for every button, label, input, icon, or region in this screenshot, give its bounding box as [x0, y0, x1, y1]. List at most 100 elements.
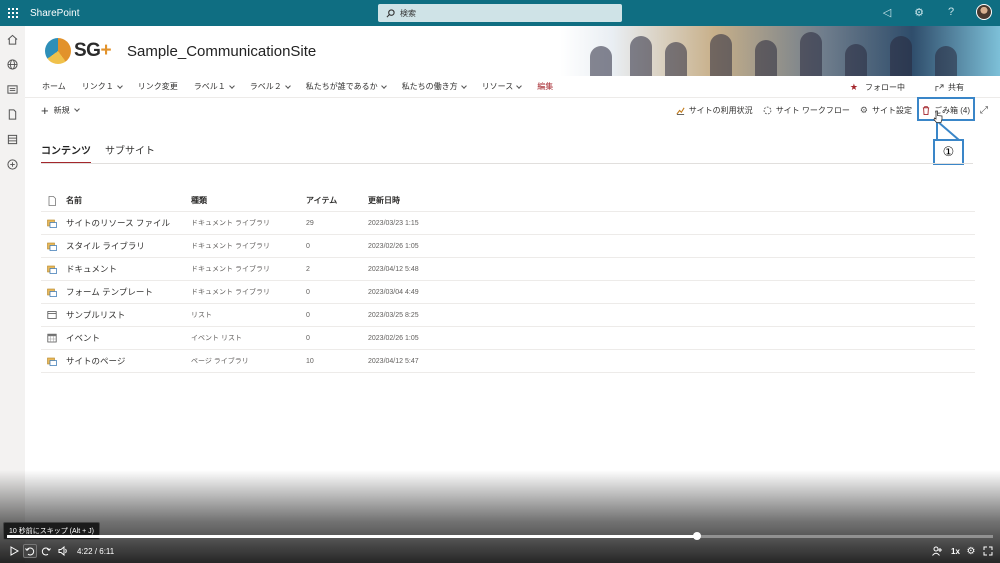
- search-input[interactable]: 検索: [378, 4, 622, 22]
- row-name[interactable]: サイトのページ: [66, 355, 125, 367]
- nav-item-label: ホーム: [42, 82, 66, 91]
- site-workflow-button[interactable]: サイト ワークフロー: [763, 105, 850, 116]
- app-launcher-icon[interactable]: [0, 0, 26, 26]
- add-circle-icon[interactable]: [6, 157, 20, 171]
- row-items: 0: [306, 242, 310, 250]
- lists-icon[interactable]: [6, 132, 20, 146]
- row-modified: 2023/03/25 8:25: [368, 311, 419, 319]
- nav-edit-link[interactable]: 編集: [537, 81, 553, 92]
- row-modified: 2023/04/12 5:48: [368, 265, 419, 273]
- chevron-down-icon: [380, 82, 387, 89]
- table-row[interactable]: スタイル ライブラリ ドキュメント ライブラリ 0 2023/02/26 1:05: [41, 235, 975, 258]
- row-name[interactable]: スタイル ライブラリ: [66, 240, 145, 252]
- site-title[interactable]: Sample_CommunicationSite: [127, 43, 316, 60]
- site-logo[interactable]: SG +: [45, 38, 112, 64]
- site-usage-button[interactable]: サイトの利用状況: [676, 105, 753, 116]
- avatar[interactable]: [976, 4, 992, 20]
- top-navigation: ホーム リンク１ リンク変更 ラベル１ ラベル２ 私たちが誰であるか 私たちの働…: [25, 76, 1000, 98]
- chevron-down-icon: [460, 82, 467, 89]
- nav-item-who-we-are[interactable]: 私たちが誰であるか: [306, 81, 387, 92]
- video-progress-bar[interactable]: [7, 532, 993, 540]
- row-name[interactable]: サイトのリソース ファイル: [66, 217, 170, 229]
- row-modified: 2023/04/12 5:47: [368, 357, 419, 365]
- nav-item-label: リンク１: [81, 82, 114, 91]
- table-row[interactable]: ドキュメント ドキュメント ライブラリ 2 2023/04/12 5:48: [41, 258, 975, 281]
- chart-icon: [676, 107, 685, 115]
- tab-subsites[interactable]: サブサイト: [105, 142, 155, 164]
- app-name[interactable]: SharePoint: [30, 8, 79, 19]
- nav-item-label1[interactable]: ラベル１: [193, 81, 235, 92]
- chevron-down-icon: [228, 82, 235, 89]
- video-progress-fill: [7, 535, 698, 538]
- site-settings-button[interactable]: ⚙ サイト設定: [860, 105, 912, 116]
- video-time: 4:22 / 6:11: [77, 546, 115, 556]
- captions-icon[interactable]: [930, 544, 944, 558]
- table-row[interactable]: フォーム テンプレート ドキュメント ライブラリ 0 2023/03/04 4:49: [41, 281, 975, 304]
- mouse-cursor-icon: [933, 110, 943, 123]
- nav-item-home[interactable]: ホーム: [42, 81, 66, 92]
- nav-item-link1[interactable]: リンク１: [81, 81, 123, 92]
- megaphone-icon[interactable]: ◁: [880, 6, 894, 19]
- row-type: ドキュメント ライブラリ: [191, 289, 270, 296]
- chevron-down-icon: [116, 82, 123, 89]
- row-name[interactable]: ドキュメント: [66, 263, 117, 275]
- expand-icon[interactable]: ⤢: [980, 105, 988, 116]
- suite-bar: SharePoint 検索 ◁ ⚙ ?: [0, 0, 1000, 26]
- chevron-down-icon: [73, 106, 80, 112]
- list-icon: [47, 310, 57, 320]
- file-icon[interactable]: [6, 107, 20, 121]
- globe-icon[interactable]: [6, 57, 20, 71]
- column-header-modified[interactable]: 更新日時: [368, 195, 400, 206]
- share-icon: [935, 83, 944, 91]
- column-header-items[interactable]: アイテム: [306, 195, 337, 206]
- row-modified: 2023/02/26 1:05: [368, 334, 419, 342]
- play-icon[interactable]: [7, 544, 21, 558]
- table-header-row: 名前 種類 アイテム 更新日時: [41, 190, 975, 212]
- fullscreen-icon[interactable]: [981, 544, 995, 558]
- row-name[interactable]: サンプルリスト: [66, 309, 125, 321]
- playback-speed-button[interactable]: 1x: [951, 547, 960, 556]
- settings-gear-icon[interactable]: ⚙: [964, 544, 978, 558]
- logo-mark-icon: [45, 38, 71, 64]
- gear-icon[interactable]: ⚙: [912, 6, 926, 19]
- site-workflow-label: サイト ワークフロー: [775, 105, 850, 115]
- nav-item-label2[interactable]: ラベル２: [250, 81, 291, 92]
- row-type: ドキュメント ライブラリ: [191, 220, 270, 227]
- command-bar: + 新規 サイトの利用状況 サイト ワークフロー ⚙ サイト設定 ごみ箱 (4) …: [25, 100, 1000, 120]
- follow-button[interactable]: ★ フォロー中: [850, 82, 905, 93]
- news-icon[interactable]: [6, 82, 20, 96]
- nav-item-link-change[interactable]: リンク変更: [138, 81, 178, 92]
- annotation-callout: ①: [933, 139, 964, 165]
- nav-item-label: リンク変更: [137, 82, 178, 91]
- row-items: 0: [306, 311, 310, 319]
- chevron-down-icon: [284, 82, 291, 89]
- nav-item-how-we-work[interactable]: 私たちの働き方: [402, 81, 467, 92]
- tabs-divider: [41, 163, 973, 164]
- library-icon: [47, 356, 57, 366]
- skip-back-10-icon[interactable]: [23, 544, 37, 558]
- logo-text: SG: [74, 40, 101, 61]
- chevron-down-icon: [516, 82, 523, 89]
- nav-item-label: ラベル１: [193, 82, 226, 91]
- share-button[interactable]: 共有: [935, 82, 964, 93]
- library-icon: [47, 218, 57, 228]
- column-header-type[interactable]: 種類: [191, 195, 207, 206]
- new-label: 新規: [53, 105, 70, 115]
- home-icon[interactable]: [6, 32, 20, 46]
- nav-item-resources[interactable]: リソース: [482, 81, 523, 92]
- tab-contents[interactable]: コンテンツ: [41, 142, 91, 164]
- table-row[interactable]: サンプルリスト リスト 0 2023/03/25 8:25: [41, 304, 975, 327]
- table-row[interactable]: サイトのリソース ファイル ドキュメント ライブラリ 29 2023/03/23 1:…: [41, 212, 975, 235]
- new-button[interactable]: + 新規: [41, 103, 80, 118]
- table-row[interactable]: サイトのページ ページ ライブラリ 10 2023/04/12 5:47: [41, 350, 975, 373]
- column-header-name[interactable]: 名前: [66, 195, 82, 206]
- volume-icon[interactable]: [56, 544, 70, 558]
- row-name[interactable]: フォーム テンプレート: [66, 286, 153, 298]
- row-items: 10: [306, 357, 314, 365]
- help-icon[interactable]: ?: [944, 6, 958, 18]
- skip-forward-10-icon[interactable]: [39, 544, 53, 558]
- share-label: 共有: [948, 82, 964, 92]
- calendar-icon: [47, 333, 57, 343]
- table-row[interactable]: イベント イベント リスト 0 2023/02/26 1:05: [41, 327, 975, 350]
- row-name[interactable]: イベント: [66, 332, 100, 344]
